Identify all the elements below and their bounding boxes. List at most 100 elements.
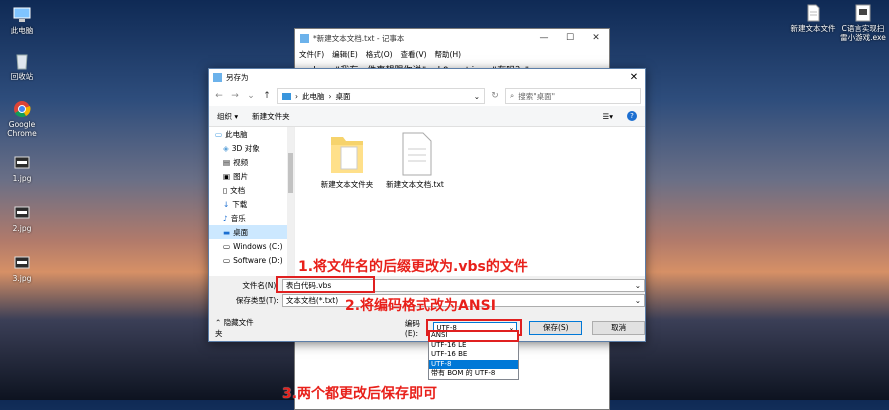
- refresh-icon[interactable]: ↻: [489, 91, 501, 101]
- nav-item-label: 桌面: [233, 227, 249, 237]
- nav-item-music[interactable]: ♪ 音乐: [209, 211, 294, 225]
- computer-icon: [282, 92, 291, 100]
- nav-item-label: Software (D:): [233, 255, 283, 265]
- hide-folders-label: 隐藏文件夹: [215, 318, 254, 338]
- nav-item-3d-objects[interactable]: ◈ 3D 对象: [209, 141, 294, 155]
- nav-item-drive-c[interactable]: ▭ Windows (C:): [209, 239, 294, 253]
- browser-panes: ▭ 此电脑 ◈ 3D 对象 ▤ 视频 ▣ 图片 ▯ 文档 ↓ 下载 ♪ 音乐 ▬ 桌面 ▭ Win…: [209, 127, 645, 276]
- computer-icon: ▭: [215, 129, 223, 139]
- nav-item-label: 图片: [233, 171, 249, 181]
- nav-item-label: 3D 对象: [231, 143, 260, 153]
- chevron-down-icon[interactable]: ⌄: [245, 91, 257, 101]
- desktop-icon-label: 新建文本文件: [790, 24, 836, 33]
- new-folder-button[interactable]: 新建文件夹: [252, 111, 290, 122]
- notepad-title: *新建文本文档.txt - 记事本: [313, 33, 405, 43]
- nav-item-downloads[interactable]: ↓ 下载: [209, 197, 294, 211]
- menu-format[interactable]: 格式(O): [366, 49, 393, 60]
- dialog-app-icon: [213, 73, 222, 82]
- notepad-app-icon: [300, 33, 309, 43]
- text-file-icon: [377, 131, 453, 179]
- file-item-label: 新建文本文件夹: [320, 180, 374, 189]
- nav-item-pictures[interactable]: ▣ 图片: [209, 169, 294, 183]
- notepad-titlebar[interactable]: *新建文本文档.txt - 记事本 — ☐ ✕: [295, 29, 609, 47]
- nav-item-documents[interactable]: ▯ 文档: [209, 183, 294, 197]
- search-placeholder: 搜索"桌面": [518, 91, 556, 101]
- encoding-option-utf8[interactable]: UTF-8: [429, 359, 518, 369]
- nav-item-this-pc[interactable]: ▭ 此电脑: [209, 127, 294, 141]
- desktop-icon-file-3[interactable]: 3.jpg: [0, 254, 44, 283]
- nav-item-label: 下载: [232, 199, 248, 209]
- nav-item-desktop[interactable]: ▬ 桌面: [209, 225, 294, 239]
- chevron-down-icon[interactable]: ⌄: [635, 281, 641, 290]
- nav-item-label: 文档: [230, 185, 246, 195]
- scrollbar-thumb[interactable]: [288, 153, 293, 193]
- menu-edit[interactable]: 编辑(E): [332, 49, 358, 60]
- desktop-icon-file-1[interactable]: 1.jpg: [0, 154, 44, 183]
- chevron-down-icon[interactable]: ⌄: [635, 296, 641, 305]
- filetype-label: 保存类型(T):: [235, 296, 279, 305]
- minimize-icon[interactable]: —: [531, 33, 557, 43]
- nav-item-label: 音乐: [230, 213, 246, 223]
- nav-item-drive-d[interactable]: ▭ Software (D:): [209, 253, 294, 267]
- organize-button[interactable]: 组织 ▾: [217, 111, 238, 122]
- search-icon: ⌕: [510, 91, 515, 100]
- filetype-value: 文本文档(*.txt): [285, 296, 339, 305]
- desktop-icon-recycle-bin[interactable]: 回收站: [0, 52, 44, 81]
- encoding-option-utf8-bom[interactable]: 带有 BOM 的 UTF-8: [429, 369, 518, 379]
- image-file-icon: [12, 154, 32, 172]
- nav-item-label: Windows (C:): [233, 241, 283, 251]
- desktop-icon-label: 1.jpg: [12, 174, 32, 183]
- search-input[interactable]: ⌕ 搜索"桌面": [505, 88, 641, 104]
- desktop-icon-minesweeper[interactable]: C语言实现扫雷小游戏.exe: [838, 4, 888, 42]
- desktop-icon-this-pc[interactable]: 此电脑: [0, 6, 44, 35]
- address-row: ← → ⌄ ↑ › 此电脑 › 桌面 ⌄ ↻ ⌕ 搜索"桌面": [209, 86, 645, 106]
- dialog-titlebar[interactable]: 另存为 ✕: [209, 69, 645, 86]
- encoding-option-ansi[interactable]: ANSI: [428, 330, 519, 342]
- nav-item-label: 视频: [233, 157, 249, 167]
- video-icon: ▤: [223, 157, 231, 167]
- navigation-pane[interactable]: ▭ 此电脑 ◈ 3D 对象 ▤ 视频 ▣ 图片 ▯ 文档 ↓ 下载 ♪ 音乐 ▬ 桌面 ▭ Win…: [209, 127, 295, 276]
- close-icon[interactable]: ✕: [583, 33, 609, 43]
- nav-item-videos[interactable]: ▤ 视频: [209, 155, 294, 169]
- address-bar[interactable]: › 此电脑 › 桌面 ⌄: [277, 88, 485, 104]
- file-item-folder[interactable]: 新建文本文件夹: [317, 131, 377, 190]
- file-item-text[interactable]: 新建文本文档.txt: [377, 131, 453, 190]
- file-item-label: 新建文本文档.txt: [386, 180, 444, 189]
- image-file-icon: [12, 254, 32, 272]
- desktop-icon-label: 3.jpg: [12, 274, 32, 283]
- desktop-icon-file-2[interactable]: 2.jpg: [0, 204, 44, 233]
- desktop-icon-chrome[interactable]: Google Chrome: [0, 100, 44, 138]
- music-icon: ♪: [223, 213, 228, 223]
- image-file-icon: [12, 204, 32, 222]
- view-options-icon[interactable]: ☰▾: [603, 112, 614, 121]
- encoding-option-utf16be[interactable]: UTF-16 BE: [429, 350, 518, 360]
- save-button[interactable]: 保存(S): [529, 321, 583, 335]
- chevron-down-icon[interactable]: ⌄: [474, 92, 480, 101]
- forward-arrow-icon[interactable]: →: [229, 91, 241, 101]
- breadcrumb-desktop[interactable]: 桌面: [336, 91, 351, 102]
- menu-file[interactable]: 文件(F): [299, 49, 324, 60]
- back-arrow-icon[interactable]: ←: [213, 91, 225, 101]
- filename-label: 文件名(N):: [242, 281, 279, 290]
- desktop-icon-label: 此电脑: [10, 26, 34, 35]
- desktop-icon-label: 回收站: [10, 72, 34, 81]
- help-icon[interactable]: ?: [627, 111, 637, 121]
- nav-scrollbar[interactable]: [287, 127, 294, 276]
- chrome-icon: [12, 100, 32, 118]
- desktop-icon: ▬: [223, 227, 231, 237]
- desktop-icon-new-text-file[interactable]: 新建文本文件: [790, 4, 836, 33]
- cancel-button[interactable]: 取消: [592, 321, 645, 335]
- encoding-dropdown[interactable]: ANSI UTF-16 LE UTF-16 BE UTF-8 带有 BOM 的 …: [428, 330, 519, 380]
- hide-folders-toggle[interactable]: ⌃ 隐藏文件夹: [215, 317, 257, 339]
- annotation-step-3: 3.两个都更改后保存即可: [282, 386, 438, 402]
- close-icon[interactable]: ✕: [623, 72, 645, 83]
- maximize-icon[interactable]: ☐: [557, 33, 583, 43]
- file-list[interactable]: 新建文本文件夹 新建文本文档.txt: [295, 127, 645, 276]
- encoding-option-utf16le[interactable]: UTF-16 LE: [429, 341, 518, 351]
- desktop-icon-label: 2.jpg: [12, 224, 32, 233]
- up-arrow-icon[interactable]: ↑: [261, 91, 273, 101]
- breadcrumb-this-pc[interactable]: 此电脑: [302, 91, 325, 102]
- menu-view[interactable]: 查看(V): [401, 49, 427, 60]
- menu-help[interactable]: 帮助(H): [435, 49, 462, 60]
- desktop-icon-label: C语言实现扫雷小游戏.exe: [840, 24, 886, 42]
